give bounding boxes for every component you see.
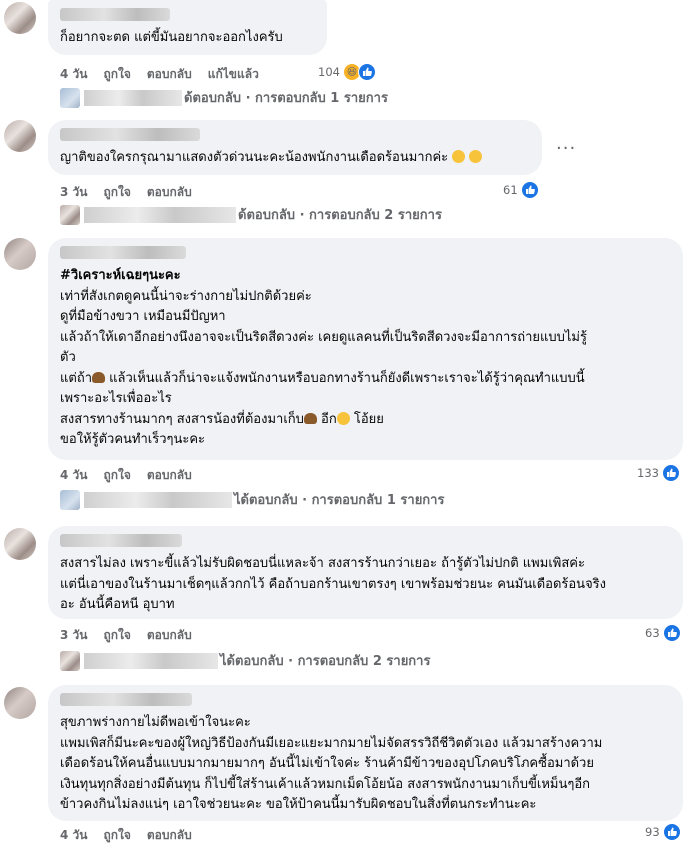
comment-actions: 3 วัน ถูกใจ ตอบกลับ xyxy=(60,626,192,645)
reply-button[interactable]: ตอบกลับ xyxy=(147,466,192,485)
comment-bubble: ก็อยากจะตด แต่ขี้มันอยากจะออกไงครับ xyxy=(48,0,327,55)
comment-bubble: สุขภาพร่างกายไม่ดีพอเข้าใจนะคะ แพมเพิสก็… xyxy=(48,685,683,821)
comment-text: สงสารไม่ลง เพราะขี้แล้วไม่รับผิดชอบนี่แห… xyxy=(60,556,607,612)
replier-name xyxy=(84,89,182,106)
comment-text: ญาติของใครกรุณามาแสดงตัวด่วนนะคะน้องพนัก… xyxy=(60,148,530,169)
reply-prefix: ได้ xyxy=(220,654,235,669)
reply-avatar xyxy=(60,87,80,108)
avatar[interactable] xyxy=(4,238,36,270)
like-button[interactable]: ถูกใจ xyxy=(103,826,130,845)
comment-text: ก็อยากจะตด แต่ขี้มันอยากจะออกไงครับ xyxy=(60,30,283,45)
like-button[interactable]: ถูกใจ xyxy=(103,183,130,202)
comment-text: สุขภาพร่างกายไม่ดีพอเข้าใจนะคะ แพมเพิสก็… xyxy=(60,715,603,812)
reply-count: ตอบกลับ · การตอบกลับ 2 รายการ xyxy=(234,654,431,669)
poop-icon xyxy=(92,371,105,383)
replier-name xyxy=(84,491,232,508)
reply-prefix: ด้ xyxy=(238,208,247,223)
reply-button[interactable]: ตอบกลับ xyxy=(147,626,192,645)
like-button[interactable]: ถูกใจ xyxy=(103,65,130,84)
like-icon xyxy=(662,823,681,841)
reaction-summary[interactable]: 104 😆 xyxy=(318,63,376,81)
avatar[interactable] xyxy=(4,528,36,560)
avatar[interactable] xyxy=(4,2,36,34)
timestamp[interactable]: 4 วัน xyxy=(60,466,87,485)
like-button[interactable]: ถูกใจ xyxy=(103,466,130,485)
reaction-count: 133 xyxy=(637,466,659,480)
sweat-smile-icon xyxy=(452,150,466,163)
like-icon xyxy=(662,624,681,642)
reply-count: ตอบกลับ · การตอบกลับ 2 รายการ xyxy=(246,208,442,223)
reply-avatar xyxy=(60,489,80,510)
commenter-name[interactable] xyxy=(60,8,170,21)
avatar[interactable] xyxy=(4,120,36,152)
view-replies-link[interactable]: ได้ ตอบกลับ · การตอบกลับ 1 รายการ xyxy=(60,489,444,510)
view-replies-link[interactable]: ด้ ตอบกลับ · การตอบกลับ 2 รายการ xyxy=(60,204,442,225)
commenter-name[interactable] xyxy=(60,128,200,141)
view-replies-link[interactable]: ได้ ตอบกลับ · การตอบกลับ 2 รายการ xyxy=(60,650,430,671)
reply-avatar xyxy=(60,204,80,225)
reply-count: ตอบกลับ · การตอบกลับ 1 รายการ xyxy=(248,493,445,508)
hashtag[interactable]: #วิเคราะห์เฉยๆนะคะ xyxy=(60,268,181,283)
commenter-name[interactable] xyxy=(60,693,192,706)
reply-button[interactable]: ตอบกลับ xyxy=(147,826,192,845)
comment-actions: 4 วัน ถูกใจ ตอบกลับ แก้ไขแล้ว xyxy=(60,65,259,84)
comment-bubble: สงสารไม่ลง เพราะขี้แล้วไม่รับผิดชอบนี่แห… xyxy=(48,526,683,619)
commenter-name[interactable] xyxy=(60,534,182,547)
comment-bubble: ญาติของใครกรุณามาแสดงตัวด่วนนะคะน้องพนัก… xyxy=(48,120,542,175)
replier-name xyxy=(84,652,218,669)
smile-icon xyxy=(336,411,350,425)
reply-prefix: ได้ xyxy=(234,493,249,508)
more-options-icon[interactable]: ··· xyxy=(556,138,576,159)
comment-actions: 4 วัน ถูกใจ ตอบกลับ xyxy=(60,826,192,845)
like-icon xyxy=(661,464,680,482)
edited-label[interactable]: แก้ไขแล้ว xyxy=(208,65,259,84)
reply-button[interactable]: ตอบกลับ xyxy=(147,65,192,84)
reply-count: ตอบกลับ · การตอบกลับ 1 รายการ xyxy=(192,91,388,106)
comment-actions: 4 วัน ถูกใจ ตอบกลับ xyxy=(60,466,192,485)
timestamp[interactable]: 4 วัน xyxy=(60,826,87,845)
like-icon xyxy=(520,181,539,199)
reaction-count: 63 xyxy=(645,626,660,640)
timestamp[interactable]: 4 วัน xyxy=(60,65,87,84)
comment-bubble: #วิเคราะห์เฉยๆนะคะ เท่าที่สังเกตดูคนนี้น… xyxy=(48,238,683,460)
timestamp[interactable]: 3 วัน xyxy=(60,626,87,645)
poop-icon xyxy=(303,412,317,424)
reply-avatar xyxy=(60,650,80,671)
like-button[interactable]: ถูกใจ xyxy=(103,626,130,645)
crying-icon xyxy=(469,150,483,163)
comment-actions: 3 วัน ถูกใจ ตอบกลับ xyxy=(60,183,192,202)
reaction-count: 93 xyxy=(645,825,660,839)
avatar[interactable] xyxy=(4,687,36,719)
reaction-count: 61 xyxy=(503,183,518,197)
reply-prefix: ด้ xyxy=(184,91,193,106)
reaction-summary[interactable]: 61 xyxy=(503,181,539,199)
reaction-summary[interactable]: 63 xyxy=(645,624,681,642)
reply-button[interactable]: ตอบกลับ xyxy=(147,183,192,202)
like-icon xyxy=(357,63,376,81)
commenter-name[interactable] xyxy=(60,246,186,259)
reaction-summary[interactable]: 93 xyxy=(645,823,681,841)
comment-text: #วิเคราะห์เฉยๆนะคะ เท่าที่สังเกตดูคนนี้น… xyxy=(60,268,587,447)
reaction-summary[interactable]: 133 xyxy=(637,464,680,482)
reaction-count: 104 xyxy=(318,65,340,79)
view-replies-link[interactable]: ด้ ตอบกลับ · การตอบกลับ 1 รายการ xyxy=(60,87,388,108)
replier-name xyxy=(84,206,236,223)
timestamp[interactable]: 3 วัน xyxy=(60,183,87,202)
